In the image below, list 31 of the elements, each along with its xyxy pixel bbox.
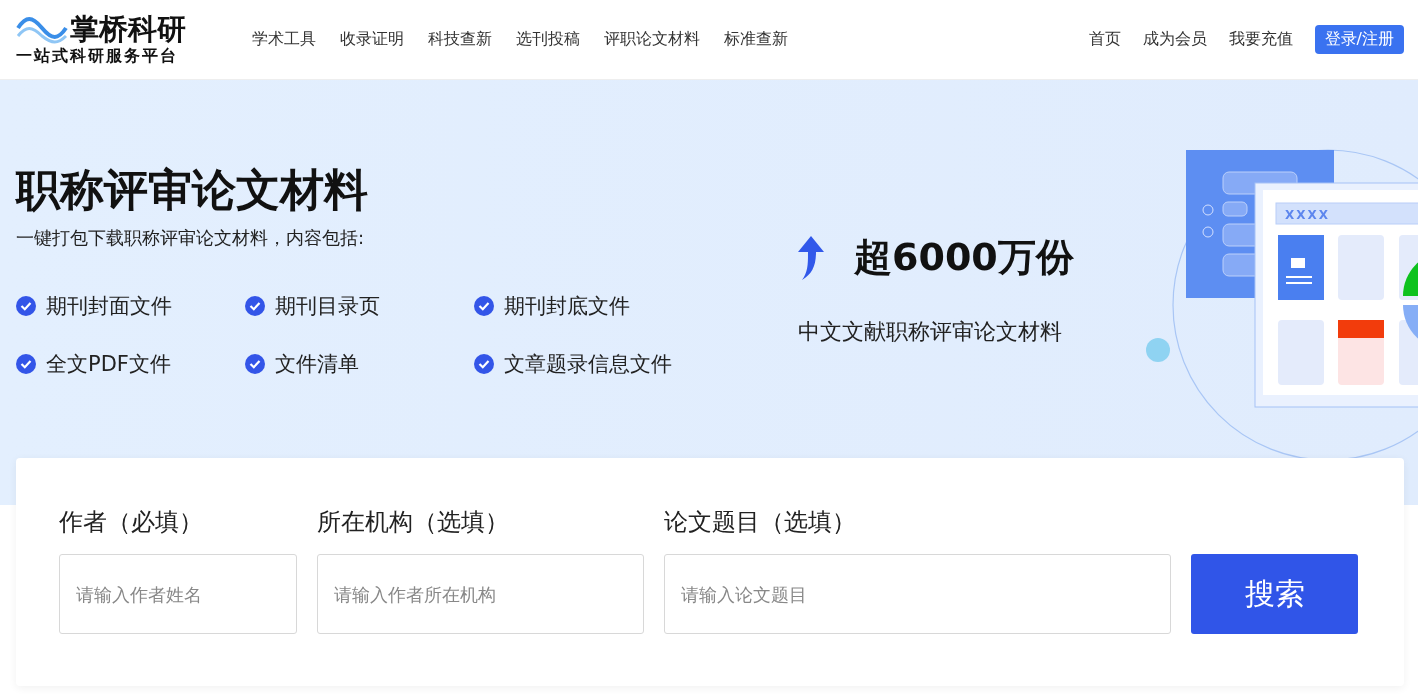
nav-link[interactable]: 科技查新 bbox=[428, 29, 492, 50]
feature-label: 期刊封面文件 bbox=[46, 293, 172, 320]
feature-label: 全文PDF文件 bbox=[46, 351, 171, 378]
nav-link[interactable]: 学术工具 bbox=[252, 29, 316, 50]
logo-title[interactable]: 掌桥科研 bbox=[70, 12, 186, 46]
feature-label: 文件清单 bbox=[275, 351, 359, 378]
feature-label: 期刊封底文件 bbox=[504, 293, 630, 320]
nav-link[interactable]: 我要充值 bbox=[1228, 29, 1293, 50]
stat-number: 超6000万份 bbox=[854, 234, 1074, 281]
feature-label: 期刊目录页 bbox=[275, 293, 380, 320]
logo-wave-icon bbox=[16, 14, 68, 44]
nav-link[interactable]: 成为会员 bbox=[1142, 29, 1207, 50]
logo-subtitle: 一站式科研服务平台 bbox=[16, 46, 179, 67]
input-field[interactable]: 请输入论文题目 bbox=[664, 554, 1171, 634]
nav-link[interactable]: 收录证明 bbox=[340, 29, 404, 50]
hero-title: 职称评审论文材料 bbox=[16, 163, 369, 217]
nav-link[interactable]: 评职论文材料 bbox=[604, 29, 700, 50]
input-field[interactable]: 请输入作者所在机构 bbox=[317, 554, 644, 634]
field-label: 作者（必填） bbox=[59, 507, 204, 538]
search-button[interactable]: 搜索 bbox=[1191, 554, 1358, 634]
nav-link[interactable]: 标准查新 bbox=[724, 29, 788, 50]
up-arrow-icon bbox=[798, 235, 824, 280]
feature-label: 文章题录信息文件 bbox=[504, 351, 672, 378]
nav-link[interactable]: 选刊投稿 bbox=[516, 29, 580, 50]
field-label: 所在机构（选填） bbox=[317, 507, 510, 538]
login-button[interactable]: 登录/注册 bbox=[1314, 25, 1404, 54]
field-label: 论文题目（选填） bbox=[664, 507, 857, 538]
nav-link[interactable]: 首页 bbox=[1088, 29, 1121, 50]
hero-subtitle: 一键打包下载职称评审论文材料，内容包括: bbox=[16, 226, 366, 250]
stat-caption: 中文文献职称评审论文材料 bbox=[798, 318, 1063, 346]
input-field[interactable]: 请输入作者姓名 bbox=[59, 554, 297, 634]
